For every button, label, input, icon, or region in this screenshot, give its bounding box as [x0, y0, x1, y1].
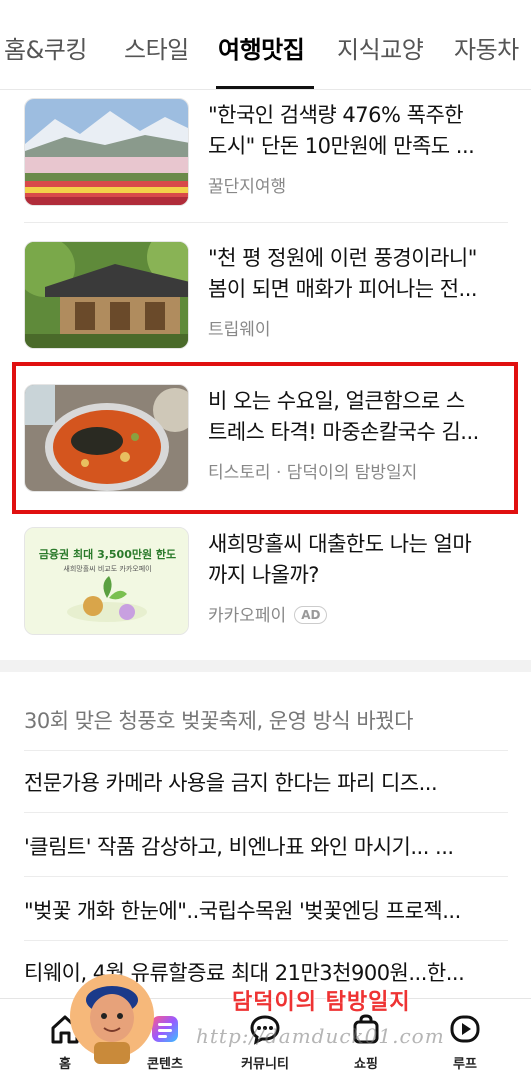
headline-item[interactable]: 전문가용 카메라 사용을 금지 한다는 파리 디즈... [24, 767, 492, 797]
thumbnail-loan-ad: 금융권 최대 3,500만원 한도 새희망홀씨 비교도 카카오페이 [24, 527, 189, 635]
ad-thumb-sub: 새희망홀씨 비교도 카카오페이 [63, 565, 152, 573]
highlight-box [12, 362, 518, 514]
ad-card[interactable]: 금융권 최대 3,500만원 한도 새희망홀씨 비교도 카카오페이 새희망홀씨 … [24, 527, 508, 635]
article-card[interactable]: "천 평 정원에 이런 풍경이라니" 봄이 되면 매화가 피어나는 전... 트… [24, 241, 508, 349]
headline-item[interactable]: 30회 맞은 청풍호 벚꽃축제, 운영 방식 바꿨다 [24, 705, 492, 735]
divider [24, 876, 508, 877]
article-source: 트립웨이 [208, 320, 271, 340]
tab-travel-food[interactable]: 여행맛집 [218, 30, 305, 65]
article-source: 카카오페이 AD [208, 601, 328, 626]
thumbnail-hanok-garden [24, 241, 189, 349]
article-source: 꿀단지여행 [208, 177, 287, 197]
divider [24, 812, 508, 813]
divider [24, 940, 508, 941]
section-separator [0, 660, 531, 672]
tab-car[interactable]: 자동차 [454, 30, 519, 65]
divider [24, 750, 508, 751]
tab-knowledge[interactable]: 지식교양 [337, 30, 424, 65]
tab-home-cooking[interactable]: 홈&쿠킹 [4, 30, 87, 65]
article-title[interactable]: 새희망홀씨 대출한도 나는 얼마 까지 나올까? [208, 529, 508, 591]
thumbnail-mountain-flowers [24, 98, 189, 206]
headline-item[interactable]: "벚꽃 개화 한눈에"..국립수목원 '벚꽃엔딩 프로젝... [24, 895, 492, 925]
headline-item[interactable]: '클림트' 작품 감상하고, 비엔나표 와인 마시기... ... [24, 831, 492, 861]
article-title[interactable]: "천 평 정원에 이런 풍경이라니" 봄이 되면 매화가 피어나는 전... [208, 243, 508, 305]
tab-style[interactable]: 스타일 [124, 30, 189, 65]
article-card[interactable]: "한국인 검색량 476% 폭주한 도시" 단돈 10만원에 만족도 ... 꿀… [24, 98, 508, 206]
divider [24, 222, 508, 223]
article-title[interactable]: "한국인 검색량 476% 폭주한 도시" 단돈 10만원에 만족도 ... [208, 100, 508, 162]
ad-badge: AD [294, 606, 328, 624]
active-tab-indicator [216, 86, 314, 89]
loop-icon [447, 1011, 483, 1047]
watermark-avatar [68, 968, 156, 1068]
category-tabs: 홈&쿠킹 스타일 여행맛집 지식교양 자동차 [0, 0, 531, 90]
watermark-url: http://damduck01.com [196, 1024, 445, 1048]
watermark-title: 담덕이의 탐방일지 [232, 990, 411, 1015]
ad-thumb-headline: 금융권 최대 3,500만원 한도 [38, 548, 177, 561]
